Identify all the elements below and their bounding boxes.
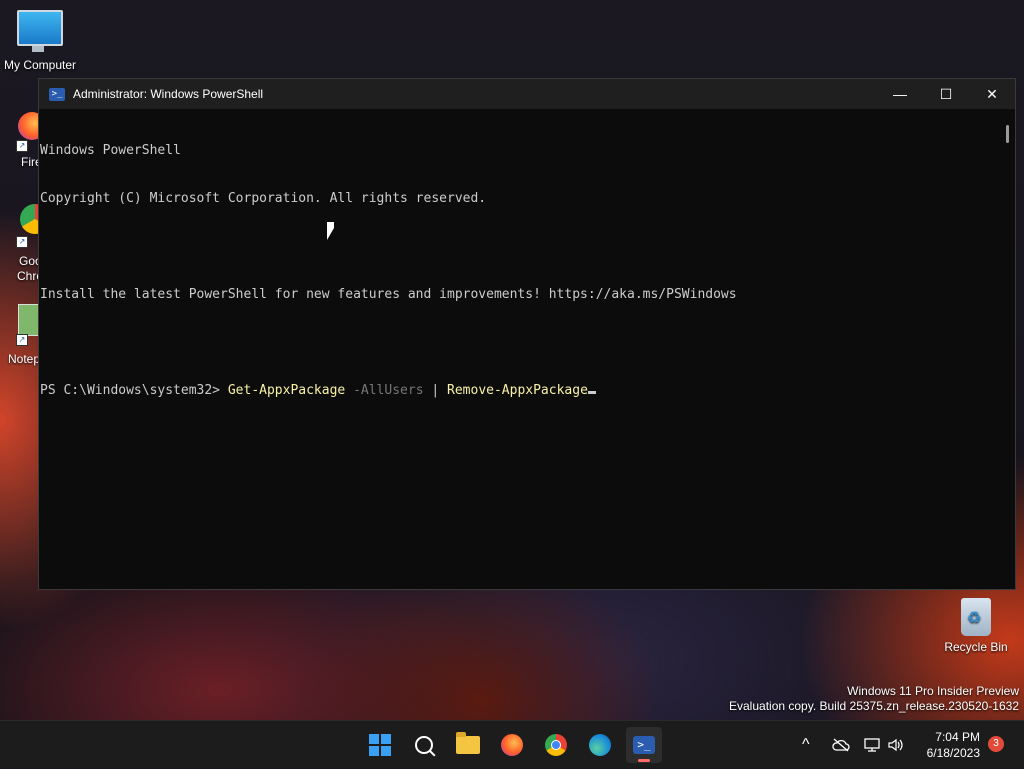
network-icon [864,738,880,752]
desktop-icon-notepad[interactable]: ↗ Notep [8,304,44,368]
taskbar: >_ ^ 7:04 PM 6/18/2023 [0,720,1024,768]
console-output[interactable]: Windows PowerShell Copyright (C) Microso… [39,109,999,589]
close-button[interactable]: ✕ [969,79,1015,109]
powershell-icon: >_ [633,736,655,754]
vertical-scrollbar[interactable] [999,109,1015,589]
shortcut-arrow-icon: ↗ [16,236,28,248]
desktop-icon-label: Notep [8,352,41,366]
window-title: Administrator: Windows PowerShell [73,87,264,101]
desktop-icon-label: Recycle Bin [944,640,1008,654]
clock-date: 6/18/2023 [926,746,980,760]
active-indicator [638,759,650,762]
taskbar-clock[interactable]: 7:04 PM 6/18/2023 [918,729,980,761]
title-bar[interactable]: >_ Administrator: Windows PowerShell — ☐… [39,79,1015,109]
maximize-button[interactable]: ☐ [923,79,969,109]
desktop-icon-label: My Computer [3,58,77,72]
prompt: PS C:\Windows\system32> [40,383,228,398]
tray-volume-button[interactable] [888,721,904,769]
tray-network-button[interactable] [864,721,880,769]
search-icon [415,736,433,754]
cloud-offline-icon [832,738,850,752]
pipe-token: | [423,383,448,398]
desktop-icon-recycle-bin[interactable]: ♻ Recycle Bin [944,598,1008,654]
command-token: Remove-AppxPackage [447,383,588,398]
chevron-up-icon: ^ [802,736,810,753]
tray-overflow-button[interactable]: ^ [802,721,810,769]
evaluation-watermark: Windows 11 Pro Insider Preview Evaluatio… [729,684,1019,714]
command-token: Get-AppxPackage [227,383,346,398]
console-line: Windows PowerShell [40,143,181,158]
search-button[interactable] [406,727,442,763]
folder-icon [456,732,480,754]
taskbar-powershell[interactable]: >_ [626,727,662,763]
scrollbar-thumb[interactable] [1006,125,1009,143]
console-line: Copyright (C) Microsoft Corporation. All… [40,191,487,206]
minimize-button[interactable]: — [877,79,923,109]
recycle-bin-icon: ♻ [961,598,991,636]
console-line: Install the latest PowerShell for new fe… [40,287,737,302]
edge-icon [589,734,611,756]
windows-logo-icon [369,734,391,756]
powershell-window[interactable]: >_ Administrator: Windows PowerShell — ☐… [38,78,1016,590]
taskbar-chrome[interactable] [538,727,574,763]
desktop-icon-my-computer[interactable]: My Computer [0,10,80,72]
powershell-icon: >_ [49,87,65,101]
watermark-line: Evaluation copy. Build 25375.zn_release.… [729,699,1019,713]
clock-time: 7:04 PM [935,730,980,744]
text-cursor [587,391,596,394]
parameter-token: -AllUsers [345,383,424,398]
start-button[interactable] [362,727,398,763]
shortcut-arrow-icon: ↗ [16,140,28,152]
shortcut-arrow-icon: ↗ [16,334,28,346]
command-line[interactable]: PS C:\Windows\system32> Get-AppxPackage … [40,383,999,399]
tray-cloud-button[interactable] [832,721,850,769]
mouse-pointer-icon [327,222,334,240]
chrome-icon [545,734,567,756]
notification-badge[interactable]: 3 [988,736,1004,752]
monitor-icon [17,10,63,52]
taskbar-edge[interactable] [582,727,618,763]
watermark-line: Windows 11 Pro Insider Preview [847,684,1019,698]
taskbar-firefox[interactable] [494,727,530,763]
volume-icon [888,738,903,752]
taskbar-file-explorer[interactable] [450,727,486,763]
firefox-icon [501,734,523,756]
